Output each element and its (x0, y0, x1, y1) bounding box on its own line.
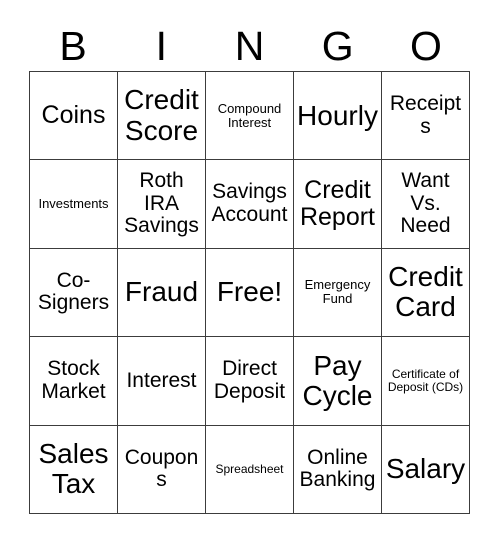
bingo-cell-label: Emergency Fund (304, 277, 371, 307)
bingo-cell[interactable]: Receipts (382, 72, 470, 161)
header-letter-b: B (59, 23, 87, 69)
bingo-cell-label: Interest (126, 368, 197, 392)
bingo-cell-label: Spreadsheet (215, 461, 284, 476)
bingo-grid: Coins Credit Score Compound Interest Hou… (29, 71, 470, 514)
bingo-cell-label: Online Banking (299, 445, 376, 492)
bingo-cell[interactable]: Investments (30, 160, 118, 249)
bingo-cell-label: Hourly (297, 99, 378, 131)
bingo-cell-label: Investments (38, 196, 109, 212)
bingo-cell-label: Credit Card (388, 261, 463, 323)
bingo-cell[interactable]: Coupons (118, 425, 206, 514)
bingo-cell[interactable]: Hourly (294, 72, 382, 161)
bingo-cell[interactable]: Credit Card (382, 248, 470, 338)
bingo-card: B I N G O Coins Credit Score Compound In… (0, 0, 500, 544)
bingo-cell[interactable]: Co-Signers (30, 248, 118, 338)
bingo-cell[interactable]: Interest (118, 337, 206, 426)
header-letter-g: G (321, 23, 354, 69)
bingo-cell-label: Stock Market (41, 357, 106, 403)
header-letter-i: I (155, 23, 167, 69)
bingo-cell-label: Want Vs. Need (400, 169, 451, 238)
bingo-cell[interactable]: Direct Deposit (206, 337, 294, 426)
bingo-cell[interactable]: Emergency Fund (294, 248, 382, 338)
bingo-cell[interactable]: Coins (30, 72, 118, 161)
bingo-cell[interactable]: Compound Interest (206, 72, 294, 161)
bingo-cell[interactable]: Savings Account (206, 160, 294, 249)
bingo-cell-label: Free! (216, 276, 283, 308)
bingo-cell[interactable]: Pay Cycle (294, 337, 382, 426)
bingo-cell-label: Credit Score (124, 84, 199, 146)
bingo-cell-label: Co-Signers (37, 268, 110, 315)
bingo-cell-label: Salary (385, 453, 466, 485)
bingo-cell-label: Credit Report (299, 176, 376, 232)
bingo-cell-label: Pay Cycle (302, 349, 373, 411)
bingo-cell-free[interactable]: Free! (206, 248, 294, 338)
bingo-cell-label: Direct Deposit (213, 357, 286, 403)
bingo-cell-label: Savings Account (211, 180, 288, 227)
bingo-cell-label: Coupons (124, 445, 199, 492)
bingo-cell[interactable]: Roth IRA Savings (118, 160, 206, 249)
bingo-cell[interactable]: Spreadsheet (206, 425, 294, 514)
bingo-cell-label: Compound Interest (217, 100, 282, 130)
header-letter-o: O (409, 23, 442, 69)
bingo-cell[interactable]: Online Banking (294, 425, 382, 514)
bingo-cell-label: Coins (41, 101, 106, 130)
bingo-cell[interactable]: Salary (382, 425, 470, 514)
bingo-cell-label: Receipts (389, 92, 462, 138)
bingo-cell[interactable]: Certificate of Deposit (CDs) (382, 337, 470, 426)
header-letter-n: N (234, 23, 265, 69)
bingo-header: B I N G O (29, 22, 470, 71)
bingo-cell[interactable]: Fraud (118, 248, 206, 338)
bingo-cell[interactable]: Stock Market (30, 337, 118, 426)
bingo-cell-label: Certificate of Deposit (CDs) (387, 366, 464, 394)
bingo-cell-label: Sales Tax (38, 438, 109, 500)
bingo-cell-label: Roth IRA Savings (124, 169, 199, 238)
bingo-cell[interactable]: Want Vs. Need (382, 160, 470, 249)
bingo-cell[interactable]: Sales Tax (30, 425, 118, 514)
bingo-cell-label: Fraud (124, 276, 199, 308)
bingo-cell[interactable]: Credit Score (118, 72, 206, 161)
bingo-cell[interactable]: Credit Report (294, 160, 382, 249)
